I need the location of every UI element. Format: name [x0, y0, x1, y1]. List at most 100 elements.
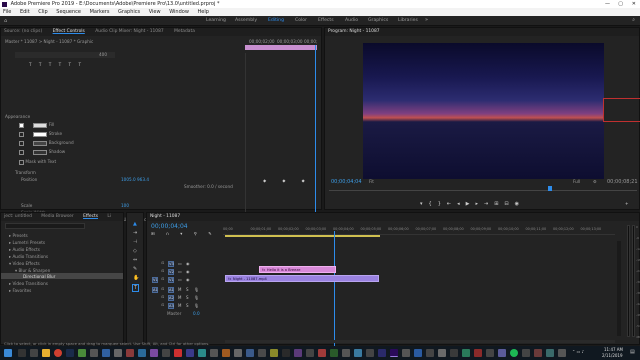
step-forward-icon[interactable]: ▸ — [475, 201, 484, 207]
app-icon[interactable] — [258, 349, 266, 357]
track-target-a3[interactable]: A3 — [168, 303, 174, 309]
app-icon[interactable] — [234, 349, 242, 357]
app-icon[interactable] — [354, 349, 362, 357]
track-target-v3[interactable]: V3 — [168, 261, 174, 267]
track-lock-icon[interactable]: ⊡ — [160, 303, 166, 309]
menu-clip[interactable]: Clip — [38, 9, 47, 15]
sync-lock-icon[interactable]: ▭ — [178, 261, 182, 266]
effects-tree-item[interactable]: ▸ Audio Transitions — [9, 254, 48, 259]
app-icon[interactable] — [534, 349, 542, 357]
more-workspaces-icon[interactable]: » — [425, 17, 428, 23]
workspace-tab-editing[interactable]: Editing — [268, 16, 284, 26]
track-lock-icon[interactable]: ⊡ — [160, 287, 166, 293]
app-icon[interactable] — [474, 349, 482, 357]
track-target-v2[interactable]: V2 — [168, 269, 174, 275]
sync-lock-icon[interactable]: ▭ — [178, 269, 182, 274]
timeline-timecode[interactable]: 00;00;04;04 — [151, 223, 188, 230]
app-icon[interactable] — [462, 349, 470, 357]
app-icon[interactable] — [366, 349, 374, 357]
track-target-a2[interactable]: A2 — [168, 295, 174, 301]
timeline-scrollbar[interactable] — [617, 241, 621, 336]
effects-tree-item[interactable]: ▸ Presets — [9, 233, 28, 238]
app-icon[interactable] — [150, 349, 158, 357]
timeline-hscrollbar[interactable] — [225, 340, 615, 343]
menu-markers[interactable]: Markers — [90, 9, 110, 15]
minimize-button[interactable]: — — [605, 0, 610, 8]
tab-metadata[interactable]: Metadata — [174, 29, 195, 34]
app-icon[interactable] — [102, 349, 110, 357]
tab-effects[interactable]: Effects — [83, 214, 98, 219]
step-back-icon[interactable]: ◂ — [457, 201, 466, 207]
timeline-tab[interactable]: Night - 11087 — [147, 213, 639, 221]
zoom-select[interactable]: Fit — [369, 179, 374, 184]
play-icon[interactable]: ▶ — [466, 201, 476, 207]
home-icon[interactable]: ⌂ — [4, 18, 7, 24]
workspace-tab-graphics[interactable]: Graphics — [368, 16, 388, 26]
menu-graphics[interactable]: Graphics — [118, 9, 140, 15]
keyframe-graph[interactable] — [245, 53, 317, 223]
notification-icon[interactable]: ▤ — [630, 349, 635, 355]
solo-icon[interactable]: S — [186, 287, 189, 292]
track-lock-icon[interactable]: ⊡ — [160, 269, 166, 275]
app-icon[interactable] — [306, 349, 314, 357]
mic-icon[interactable]: 🎙 — [194, 303, 199, 308]
program-video-frame[interactable] — [363, 43, 604, 179]
app-icon[interactable] — [174, 349, 182, 357]
mute-icon[interactable]: M — [178, 287, 181, 292]
tab-effect-controls[interactable]: Effect Controls — [53, 29, 85, 34]
workspace-tab-learning[interactable]: Learning — [206, 16, 226, 26]
go-to-out-icon[interactable]: ⇥ — [484, 201, 494, 207]
transform-label[interactable]: Transform — [15, 170, 36, 175]
fill-row[interactable]: Fill — [19, 122, 54, 128]
ripple-edit-tool-icon[interactable]: ⊣ — [133, 239, 137, 245]
master-track-value[interactable]: 0.0 — [193, 311, 200, 316]
source-patch-a1[interactable]: A1 — [152, 287, 158, 293]
menu-file[interactable]: File — [3, 9, 11, 15]
master-clip-line[interactable]: Master * 11087 > Night - 11087 * Graphic — [5, 39, 93, 44]
pen-tool-icon[interactable]: ✎ — [133, 266, 137, 272]
spotify-icon[interactable] — [510, 349, 518, 357]
tab-audio-clip-mixer[interactable]: Audio Clip Mixer: Night - 11087 — [95, 29, 163, 34]
mark-out-icon[interactable]: } — [438, 201, 447, 207]
shadow-row[interactable]: Shadow — [19, 149, 65, 155]
taskbar-time[interactable]: 11:47 AM — [604, 347, 623, 352]
effects-tree-item[interactable]: Directional Blur — [23, 274, 55, 279]
tab-media-browser[interactable]: Media Browser — [41, 214, 73, 219]
workspace-tab-libraries[interactable]: Libraries — [398, 16, 418, 26]
effects-tree-item[interactable]: ▸ Video Transitions — [9, 281, 48, 286]
app-icon[interactable] — [342, 349, 350, 357]
program-monitor-title[interactable]: Program: Night - 11087 — [325, 28, 639, 36]
tab-libraries[interactable]: Li — [107, 214, 111, 219]
menu-edit[interactable]: Edit — [20, 9, 30, 15]
app-icon[interactable] — [378, 349, 386, 357]
quality-select[interactable]: Full — [573, 179, 580, 184]
system-tray[interactable]: ⌃ ▭ ♪ — [572, 349, 584, 354]
selection-tool-icon[interactable]: ▲ — [133, 221, 137, 227]
export-frame-icon[interactable]: ◉ — [515, 201, 525, 207]
work-area-bar[interactable] — [225, 235, 380, 237]
scale-value[interactable]: 100 — [121, 203, 129, 208]
slip-tool-icon[interactable]: ⇔ — [133, 257, 137, 263]
app-icon[interactable] — [78, 349, 86, 357]
text-style-buttons[interactable]: T T T T T T — [29, 62, 84, 67]
lift-icon[interactable]: ⊞ — [494, 201, 504, 207]
menu-window[interactable]: Window — [169, 9, 189, 15]
eye-icon[interactable]: ◉ — [186, 269, 190, 274]
app-icon[interactable] — [162, 349, 170, 357]
add-marker-icon[interactable]: ▾ — [420, 201, 429, 207]
mic-icon[interactable]: 🎙 — [194, 287, 199, 292]
app-icon[interactable] — [498, 349, 506, 357]
chrome-icon[interactable] — [54, 349, 62, 357]
app-icon[interactable] — [450, 349, 458, 357]
mark-in-icon[interactable]: { — [429, 201, 438, 207]
app-icon[interactable] — [210, 349, 218, 357]
track-target-v1[interactable]: V1 — [168, 277, 174, 283]
app-icon[interactable] — [270, 349, 278, 357]
hand-tool-icon[interactable]: ✋ — [133, 275, 139, 281]
app-icon[interactable] — [90, 349, 98, 357]
app-icon[interactable] — [318, 349, 326, 357]
tab-project[interactable]: ject: untitled — [4, 214, 32, 219]
effects-search-input[interactable] — [5, 223, 85, 229]
font-size-value[interactable]: 400 — [99, 52, 107, 57]
wrench-icon[interactable]: ⚙ — [593, 179, 597, 184]
